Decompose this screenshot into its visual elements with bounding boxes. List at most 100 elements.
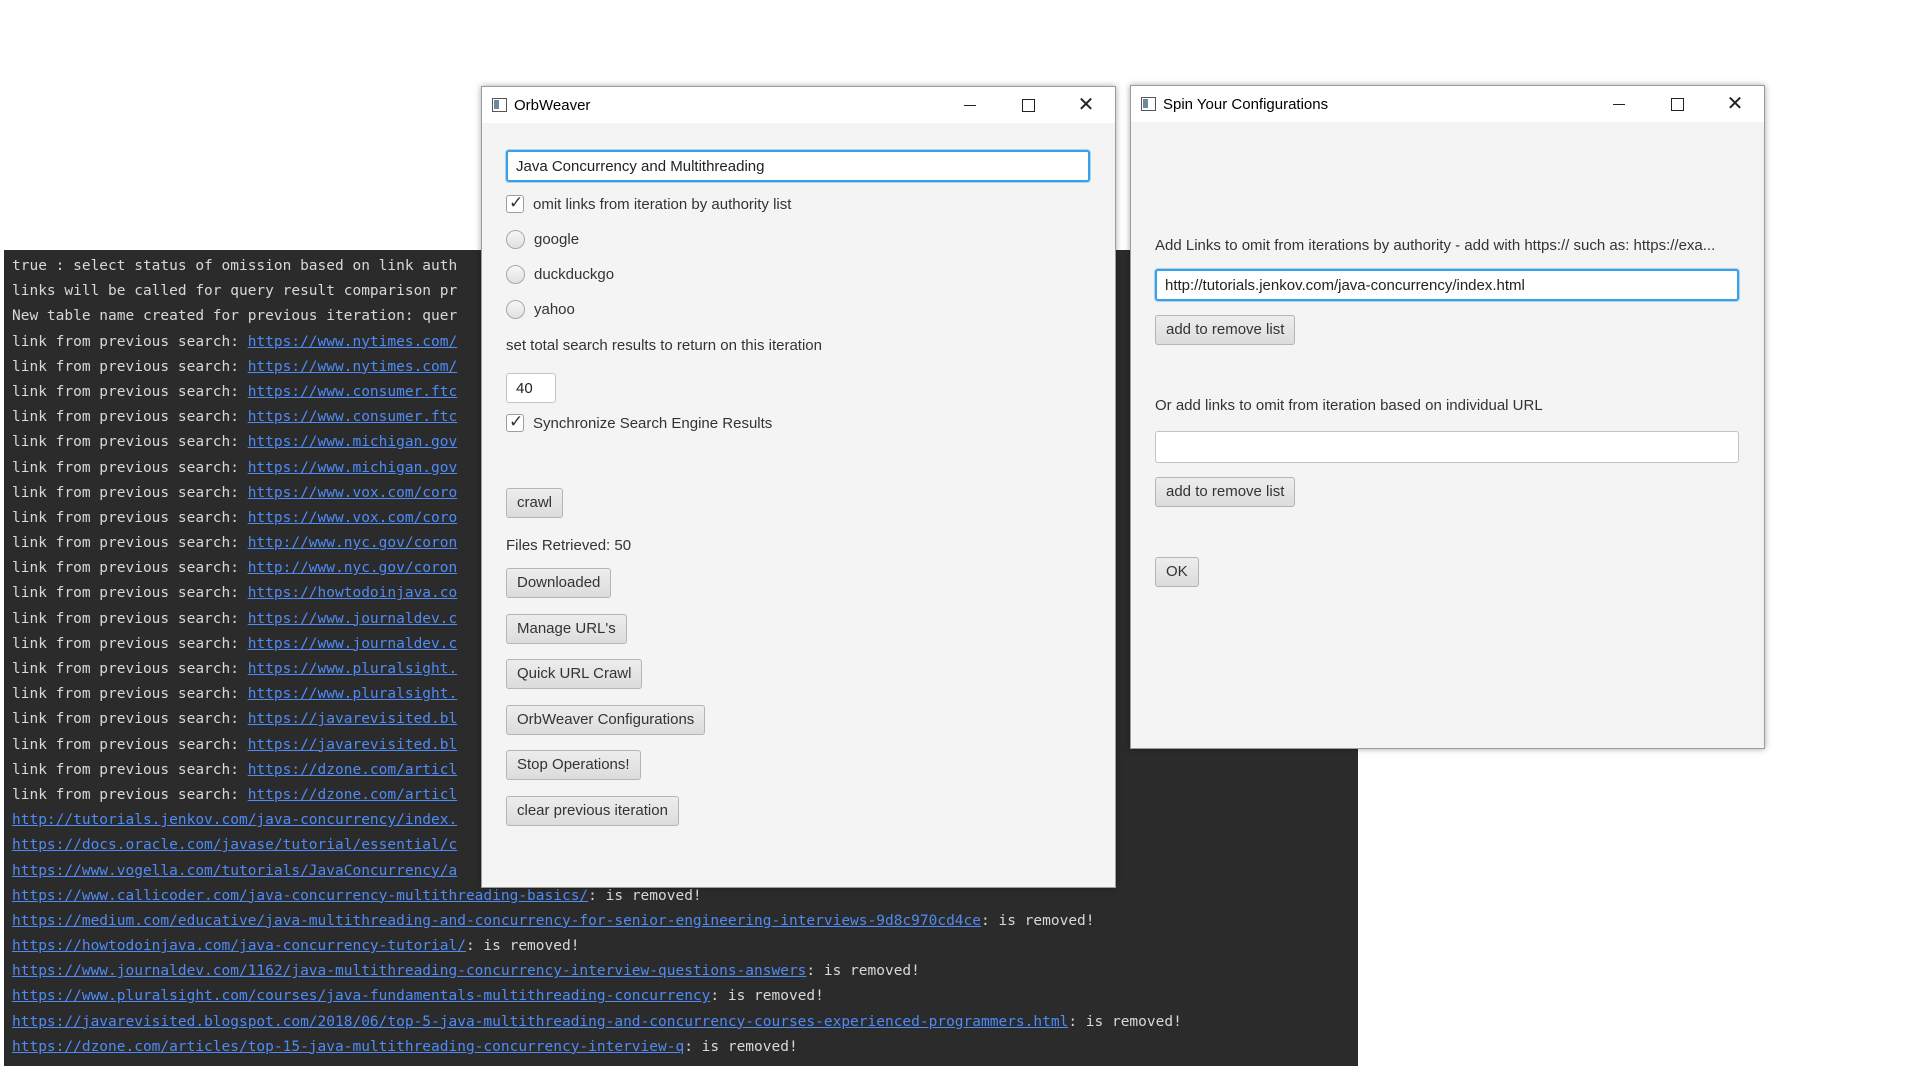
console-line: https://dzone.com/articles/top-15-java-m… xyxy=(12,1035,1358,1060)
add-url-remove-button[interactable]: add to remove list xyxy=(1155,477,1296,507)
console-link[interactable]: https://docs.oracle.com/javase/tutorial/… xyxy=(12,837,457,853)
app-window-icon xyxy=(1141,97,1156,111)
individual-url-input[interactable] xyxy=(1155,431,1739,463)
console-line-text: link from previous search: xyxy=(12,383,248,400)
console-line-text: link from previous search: xyxy=(12,484,248,501)
console-link[interactable]: https://www.journaldev.c xyxy=(248,611,458,627)
close-icon: ✕ xyxy=(1726,93,1744,115)
console-line-text: link from previous search: xyxy=(12,786,248,803)
console-removed-message: : is removed! xyxy=(806,963,920,980)
ok-button[interactable]: OK xyxy=(1155,557,1199,587)
radio-duckduckgo[interactable] xyxy=(506,265,525,284)
clear-iteration-button[interactable]: clear previous iteration xyxy=(506,796,679,826)
console-link[interactable]: http://tutorials.jenkov.com/java-concurr… xyxy=(12,812,457,828)
console-line-text: link from previous search: xyxy=(12,686,248,703)
results-count-input[interactable] xyxy=(506,373,556,403)
sync-results-checkbox-row[interactable]: Synchronize Search Engine Results xyxy=(506,412,772,432)
files-retrieved-label: Files Retrieved: 50 xyxy=(506,537,632,554)
minimize-icon xyxy=(964,104,976,106)
radio-google-label: google xyxy=(534,231,580,248)
spin-titlebar[interactable]: Spin Your Configurations ✕ xyxy=(1131,86,1764,122)
results-count-label: set total search results to return on th… xyxy=(506,337,822,354)
console-link[interactable]: https://www.journaldev.com/1162/java-mul… xyxy=(12,963,806,979)
maximize-button[interactable] xyxy=(1648,86,1706,122)
orbweaver-title: OrbWeaver xyxy=(514,97,591,114)
stop-operations-button[interactable]: Stop Operations! xyxy=(506,750,641,780)
console-line: https://howtodoinjava.com/java-concurren… xyxy=(12,934,1358,959)
console-line-text: link from previous search: xyxy=(12,434,248,451)
console-line-text: link from previous search: xyxy=(12,761,248,778)
console-removed-message: : is removed! xyxy=(1068,1013,1182,1030)
console-link[interactable]: https://www.pluralsight.com/courses/java… xyxy=(12,988,710,1004)
console-link[interactable]: http://www.nyc.gov/coron xyxy=(248,560,458,576)
console-removed-message: : is removed! xyxy=(588,887,702,904)
spin-content: Add Links to omit from iterations by aut… xyxy=(1131,122,1764,748)
app-window-icon xyxy=(492,98,507,112)
console-link[interactable]: https://www.consumer.ftc xyxy=(248,409,458,425)
console-link[interactable]: https://www.nytimes.com/ xyxy=(248,359,458,375)
console-link[interactable]: https://www.michigan.gov xyxy=(248,460,458,476)
orbweaver-content: omit links from iteration by authority l… xyxy=(482,123,1115,887)
orbweaver-configurations-button[interactable]: OrbWeaver Configurations xyxy=(506,705,706,735)
console-link[interactable]: https://www.consumer.ftc xyxy=(248,384,458,400)
add-authority-remove-button[interactable]: add to remove list xyxy=(1155,315,1296,345)
console-link[interactable]: https://medium.com/educative/java-multit… xyxy=(12,913,981,929)
console-link[interactable]: https://dzone.com/articl xyxy=(248,762,458,778)
console-line-text: link from previous search: xyxy=(12,585,248,602)
radio-yahoo-label: yahoo xyxy=(534,301,575,318)
manage-urls-button[interactable]: Manage URL's xyxy=(506,614,627,644)
crawl-button[interactable]: crawl xyxy=(506,488,564,518)
console-link[interactable]: https://www.nytimes.com/ xyxy=(248,334,458,350)
maximize-icon xyxy=(1670,97,1684,111)
console-line-text: true : select status of omission based o… xyxy=(12,258,458,274)
sync-results-checkbox[interactable] xyxy=(506,412,524,432)
console-line-text: link from previous search: xyxy=(12,661,248,677)
radio-duckduckgo-row[interactable]: duckduckgo xyxy=(506,265,614,284)
console-link[interactable]: https://dzone.com/articles/top-15-java-m… xyxy=(12,1039,684,1055)
quick-url-crawl-button[interactable]: Quick URL Crawl xyxy=(506,659,643,689)
radio-yahoo-row[interactable]: yahoo xyxy=(506,300,575,319)
omit-authority-checkbox[interactable] xyxy=(506,193,524,213)
search-query-input[interactable] xyxy=(506,150,1090,182)
downloaded-button[interactable]: Downloaded xyxy=(506,568,612,598)
console-removed-message: : is removed! xyxy=(684,1038,798,1055)
console-link[interactable]: https://www.vox.com/coro xyxy=(248,510,458,526)
maximize-button[interactable] xyxy=(999,87,1057,123)
console-link[interactable]: https://www.callicoder.com/java-concurre… xyxy=(12,888,588,904)
authority-url-input[interactable] xyxy=(1155,269,1739,301)
console-link[interactable]: https://javarevisited.bl xyxy=(248,737,458,753)
maximize-icon xyxy=(1021,98,1035,112)
close-button[interactable]: ✕ xyxy=(1706,86,1764,122)
console-link[interactable]: https://www.vogella.com/tutorials/JavaCo… xyxy=(12,863,457,879)
minimize-button[interactable] xyxy=(941,87,999,123)
console-link[interactable]: https://howtodoinjava.com/java-concurren… xyxy=(12,938,466,954)
close-icon: ✕ xyxy=(1077,94,1095,116)
console-line-text: link from previous search: xyxy=(12,560,248,577)
radio-yahoo[interactable] xyxy=(506,300,525,319)
console-line-text: link from previous search: xyxy=(12,333,248,350)
console-link[interactable]: https://www.vox.com/coro xyxy=(248,485,458,501)
radio-google-row[interactable]: google xyxy=(506,230,579,249)
console-link[interactable]: http://www.nyc.gov/coron xyxy=(248,535,458,551)
console-link[interactable]: https://howtodoinjava.co xyxy=(248,585,458,601)
console-line-text: link from previous search: xyxy=(12,409,248,426)
console-line: https://medium.com/educative/java-multit… xyxy=(12,909,1358,934)
console-link[interactable]: https://javarevisited.bl xyxy=(248,711,458,727)
orbweaver-window: OrbWeaver ✕ omit links from iteration by… xyxy=(481,86,1116,888)
individual-url-label: Or add links to omit from iteration base… xyxy=(1155,397,1543,414)
console-link[interactable]: https://dzone.com/articl xyxy=(248,787,458,803)
minimize-button[interactable] xyxy=(1590,86,1648,122)
console-removed-message: : is removed! xyxy=(710,988,824,1005)
console-link[interactable]: https://www.pluralsight. xyxy=(248,686,458,702)
console-line-text: link from previous search: xyxy=(12,509,248,526)
close-button[interactable]: ✕ xyxy=(1057,87,1115,123)
radio-google[interactable] xyxy=(506,230,525,249)
console-line-text: link from previous search: xyxy=(12,358,248,375)
console-link[interactable]: https://www.pluralsight. xyxy=(248,661,458,677)
console-link[interactable]: https://www.journaldev.c xyxy=(248,636,458,652)
console-link[interactable]: https://www.michigan.gov xyxy=(248,434,458,450)
console-line-text: link from previous search: xyxy=(12,736,248,753)
console-link[interactable]: https://javarevisited.blogspot.com/2018/… xyxy=(12,1014,1068,1030)
omit-authority-checkbox-row[interactable]: omit links from iteration by authority l… xyxy=(506,193,791,213)
orbweaver-titlebar[interactable]: OrbWeaver ✕ xyxy=(482,87,1115,123)
